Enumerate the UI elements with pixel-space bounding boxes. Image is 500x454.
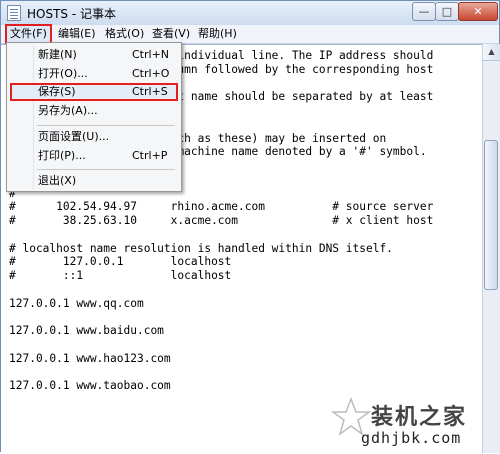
notepad-window: HOSTS - 记事本 — □ ✕ 文件(F) 编辑(E) 格式(O) 查看(V… [0, 0, 500, 454]
menu-item-save[interactable]: 保存(S) Ctrl+S [10, 83, 178, 101]
menu-item-page-setup[interactable]: 页面设置(U)... [10, 128, 178, 146]
menu-separator [37, 169, 175, 170]
menu-view[interactable]: 查看(V) [152, 26, 190, 42]
menu-help[interactable]: 帮助(H) [198, 26, 237, 42]
menu-item-save-shortcut: Ctrl+S [132, 85, 168, 98]
scroll-thumb[interactable] [484, 140, 498, 290]
minimize-button[interactable]: — [412, 2, 436, 21]
menu-item-new-shortcut: Ctrl+N [132, 48, 170, 61]
menu-item-open-shortcut: Ctrl+O [132, 67, 170, 80]
menu-item-print-label: 打印(P)... [38, 149, 86, 162]
menu-item-new-label: 新建(N) [38, 48, 77, 61]
menu-item-print[interactable]: 打印(P)... Ctrl+P [10, 147, 178, 165]
menu-separator [37, 125, 175, 126]
vertical-scrollbar[interactable]: ▲ [482, 44, 500, 453]
file-menu-dropdown: 新建(N) Ctrl+N 打开(O)... Ctrl+O 保存(S) Ctrl+… [6, 42, 182, 192]
menu-item-new[interactable]: 新建(N) Ctrl+N [10, 46, 178, 64]
menu-item-exit-label: 退出(X) [38, 174, 77, 187]
menu-format[interactable]: 格式(O) [105, 26, 144, 42]
maximize-button[interactable]: □ [435, 2, 459, 21]
watermark: 装机之家 gdhjbk.com [331, 397, 500, 453]
menu-item-open[interactable]: 打开(O)... Ctrl+O [10, 65, 178, 83]
window-title: HOSTS - 记事本 [27, 7, 116, 21]
menu-item-save-as[interactable]: 另存为(A)... [10, 102, 178, 120]
menu-file[interactable]: 文件(F) [5, 24, 52, 44]
menu-item-exit[interactable]: 退出(X) [10, 172, 178, 190]
menu-item-save-label: 保存(S) [38, 85, 76, 98]
menu-item-save-as-label: 另存为(A)... [38, 104, 98, 117]
menu-item-print-shortcut: Ctrl+P [132, 149, 168, 162]
menu-item-page-setup-label: 页面设置(U)... [38, 130, 110, 143]
watermark-url: gdhjbk.com [361, 429, 462, 447]
menu-item-open-label: 打开(O)... [38, 67, 88, 80]
scroll-up-arrow-icon[interactable]: ▲ [483, 44, 500, 61]
close-button[interactable]: ✕ [458, 2, 498, 21]
watermark-title: 装机之家 [371, 405, 468, 430]
title-bar[interactable]: HOSTS - 记事本 — □ ✕ [1, 1, 499, 25]
notepad-icon [7, 5, 21, 21]
menu-edit[interactable]: 编辑(E) [58, 26, 96, 42]
